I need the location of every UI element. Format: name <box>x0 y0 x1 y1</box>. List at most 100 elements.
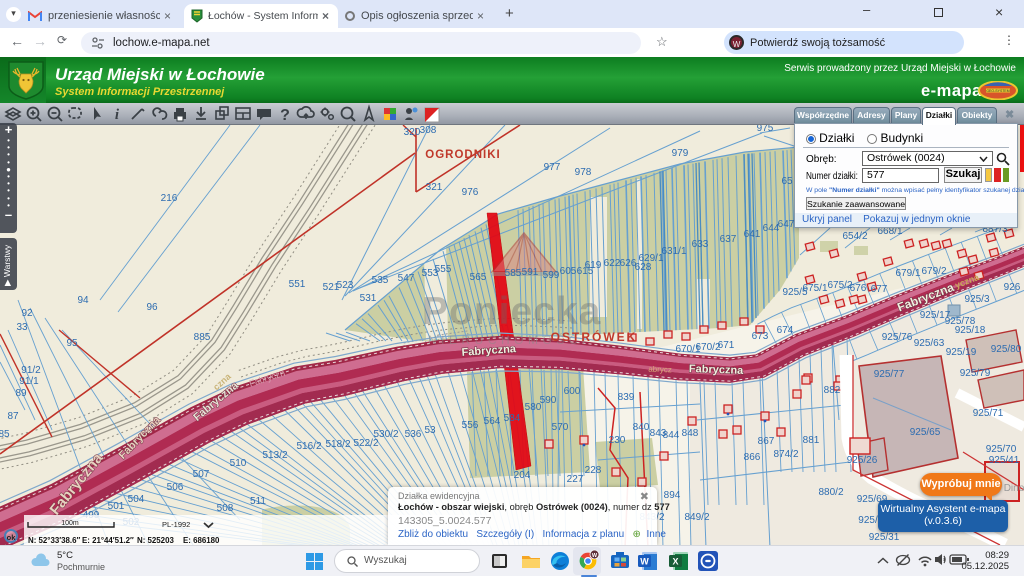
svg-text:Poniecka: Poniecka <box>422 290 601 333</box>
svg-text:622: 622 <box>604 258 621 269</box>
svg-text:507: 507 <box>193 469 210 480</box>
svg-text:605: 605 <box>560 266 577 277</box>
svg-text:OSTRÓWEK: OSTRÓWEK <box>551 329 638 344</box>
svg-text:641: 641 <box>744 229 761 240</box>
svg-text:881: 881 <box>803 435 820 446</box>
svg-text:95: 95 <box>66 338 78 349</box>
svg-text:510: 510 <box>230 458 247 469</box>
svg-text:925/: 925/ <box>858 515 878 526</box>
svg-text:849/2: 849/2 <box>684 512 709 523</box>
svg-text:i: i <box>115 107 120 123</box>
svg-text:33: 33 <box>16 322 28 333</box>
svg-text:556: 556 <box>462 420 479 431</box>
svg-text:GEO-SYSTEM: GEO-SYSTEM <box>986 89 1009 93</box>
svg-text:555: 555 <box>435 264 452 275</box>
svg-text:320: 320 <box>404 127 421 138</box>
svg-text:679/1: 679/1 <box>895 268 920 279</box>
svg-text:975: 975 <box>757 125 774 134</box>
svg-text:547: 547 <box>398 273 415 284</box>
svg-text:866: 866 <box>744 452 761 463</box>
svg-text:925/65: 925/65 <box>910 427 941 438</box>
svg-text:N: 52°33′38.6″E: 21°44′51.2″N:: N: 52°33′38.6″E: 21°44′51.2″N: 525203E: … <box>28 536 220 545</box>
svg-text:867: 867 <box>758 436 775 447</box>
svg-text:629/1: 629/1 <box>638 253 663 264</box>
svg-text:671: 671 <box>718 340 735 351</box>
svg-text:227: 227 <box>567 474 584 485</box>
svg-text:87: 87 <box>7 411 19 422</box>
svg-text:978: 978 <box>575 167 592 178</box>
svg-text:591: 591 <box>522 267 539 278</box>
svg-text:674: 674 <box>777 325 794 336</box>
svg-text:91/1: 91/1 <box>19 376 39 387</box>
svg-text:85: 85 <box>0 429 10 440</box>
svg-text:228: 228 <box>585 465 602 476</box>
svg-text:580: 580 <box>525 402 542 413</box>
svg-text:94: 94 <box>77 295 89 306</box>
svg-text:599: 599 <box>543 270 560 281</box>
svg-text:925/70: 925/70 <box>986 444 1017 455</box>
svg-text:926: 926 <box>1004 282 1021 293</box>
svg-text:530/2: 530/2 <box>373 429 398 440</box>
svg-text:880/2: 880/2 <box>818 487 843 498</box>
svg-text:abrycz: abrycz <box>648 365 672 375</box>
svg-text:631/1: 631/1 <box>661 246 686 257</box>
svg-text:570: 570 <box>552 422 569 433</box>
svg-text:647: 647 <box>778 219 795 230</box>
svg-text:536: 536 <box>405 429 422 440</box>
svg-text:OGRODNIKI: OGRODNIKI <box>425 149 500 161</box>
svg-text:X: X <box>672 557 678 567</box>
svg-text:92: 92 <box>21 308 33 319</box>
svg-text:516/2: 516/2 <box>296 441 321 452</box>
svg-text:204: 204 <box>514 470 531 481</box>
svg-text:518/2: 518/2 <box>325 439 350 450</box>
svg-text:230: 230 <box>609 435 626 446</box>
svg-text:874/2: 874/2 <box>773 449 798 460</box>
svg-text:925/19: 925/19 <box>946 347 977 358</box>
svg-text:677: 677 <box>871 284 888 295</box>
svg-text:894: 894 <box>664 490 681 501</box>
svg-text:979: 979 <box>672 148 689 159</box>
svg-text:925/31: 925/31 <box>869 532 900 543</box>
svg-text:504: 504 <box>128 494 145 505</box>
svg-text:839: 839 <box>618 392 635 403</box>
svg-text:531: 531 <box>360 293 377 304</box>
svg-text:619: 619 <box>585 260 602 271</box>
svg-text:PL-1992: PL-1992 <box>162 520 190 529</box>
svg-text:W: W <box>640 557 649 567</box>
svg-text:535: 535 <box>372 275 389 286</box>
svg-text:513/2: 513/2 <box>262 450 287 461</box>
svg-text:523: 523 <box>337 280 354 291</box>
svg-text:308: 308 <box>420 125 437 136</box>
svg-text:925/26: 925/26 <box>847 455 878 466</box>
svg-text:676: 676 <box>850 283 867 294</box>
svg-text:925/63: 925/63 <box>914 338 945 349</box>
svg-text:976: 976 <box>462 187 479 198</box>
svg-text:585: 585 <box>505 268 522 279</box>
svg-text:Fabryczna: Fabryczna <box>689 363 745 377</box>
svg-text:216: 216 <box>161 193 178 204</box>
svg-text:844: 844 <box>663 430 680 441</box>
svg-text:53: 53 <box>424 425 436 436</box>
svg-text:89: 89 <box>15 388 27 399</box>
svg-text:508: 508 <box>217 503 234 514</box>
svg-text:96: 96 <box>146 302 158 313</box>
svg-text:848: 848 <box>682 428 699 439</box>
svg-text:?: ? <box>280 107 290 124</box>
svg-text:925/3: 925/3 <box>964 294 989 305</box>
svg-text:885: 885 <box>194 332 211 343</box>
svg-text:633: 633 <box>692 239 709 250</box>
svg-text:584: 584 <box>504 413 521 424</box>
svg-text:840: 840 <box>633 422 650 433</box>
svg-text:925/71: 925/71 <box>973 408 1004 419</box>
svg-text:91/2: 91/2 <box>21 365 41 376</box>
svg-text:679/2: 679/2 <box>921 266 946 277</box>
svg-text:925/79: 925/79 <box>960 368 991 379</box>
svg-text:590: 590 <box>540 395 557 406</box>
svg-text:511: 511 <box>250 496 266 507</box>
svg-text:925/80: 925/80 <box>991 344 1022 355</box>
svg-text:565: 565 <box>470 272 487 283</box>
svg-text:637: 637 <box>720 234 737 245</box>
svg-text:925/77: 925/77 <box>874 369 905 380</box>
svg-text:65: 65 <box>781 176 793 187</box>
svg-text:321: 321 <box>426 182 443 193</box>
